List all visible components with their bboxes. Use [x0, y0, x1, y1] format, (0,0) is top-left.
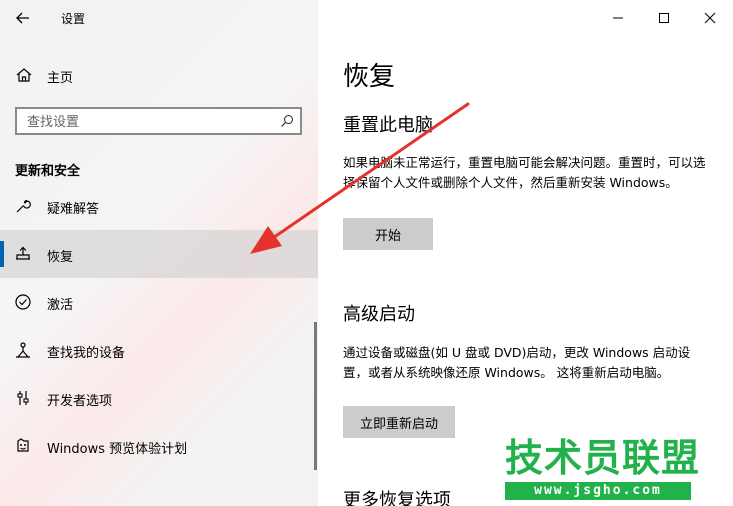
close-icon	[704, 12, 716, 24]
home-icon	[16, 68, 32, 82]
sidebar-item-recovery[interactable]: 恢复	[0, 230, 318, 278]
app-title: 设置	[61, 12, 86, 26]
sidebar-item-label: 主页	[47, 71, 74, 86]
window-controls	[595, 0, 733, 36]
selection-indicator	[0, 241, 4, 267]
watermark-logo: 技术员联盟 www.jsgho.com	[505, 436, 699, 502]
sidebar-item-insider[interactable]: Windows 预览体验计划	[0, 422, 318, 470]
sidebar-item-developer[interactable]: 开发者选项	[0, 374, 318, 422]
maximize-icon	[659, 13, 669, 23]
developer-icon	[17, 391, 29, 405]
back-button[interactable]	[10, 6, 36, 30]
main-content: 恢复 重置此电脑 如果电脑未正常运行，重置电脑可能会解决问题。重置时，可以选择保…	[318, 0, 733, 506]
sidebar-scrollbar[interactable]	[314, 322, 317, 470]
more-options-heading[interactable]: 更多恢复选项	[343, 486, 451, 506]
find-device-icon	[16, 342, 30, 358]
sidebar-item-label: 恢复	[47, 250, 74, 265]
advanced-startup-description: 通过设备或磁盘(如 U 盘或 DVD)启动，更改 Windows 启动设置，或者…	[343, 345, 691, 380]
page-title: 恢复	[343, 62, 396, 92]
back-arrow-icon	[16, 12, 29, 24]
search-icon[interactable]	[280, 114, 294, 128]
reset-heading: 重置此电脑	[343, 115, 433, 136]
search-input[interactable]	[27, 113, 267, 131]
sidebar-item-home[interactable]: 主页	[0, 58, 318, 92]
insider-icon	[17, 438, 29, 452]
sidebar-item-label: 疑难解答	[47, 202, 100, 217]
minimize-button[interactable]	[595, 0, 641, 36]
advanced-startup-heading: 高级启动	[343, 304, 415, 325]
restart-now-button[interactable]: 立即重新启动	[343, 406, 455, 438]
sidebar-item-troubleshoot[interactable]: 疑难解答	[0, 182, 318, 230]
search-box[interactable]	[15, 107, 302, 135]
watermark-title: 技术员联盟	[505, 436, 701, 480]
activation-check-icon	[15, 294, 31, 310]
recovery-icon	[16, 246, 30, 260]
titlebar-left: 设置	[0, 0, 318, 36]
sidebar-item-find-device[interactable]: 查找我的设备	[0, 326, 318, 374]
sidebar-item-activation[interactable]: 激活	[0, 278, 318, 326]
wrench-icon	[16, 199, 31, 213]
sidebar: 设置 主页 更新和安全 疑难解答 恢复 激活	[0, 0, 318, 506]
reset-description: 如果电脑未正常运行，重置电脑可能会解决问题。重置时，可以选择保留个人文件或删除个…	[343, 155, 706, 190]
sidebar-item-label: 查找我的设备	[47, 346, 126, 361]
maximize-button[interactable]	[641, 0, 687, 36]
reset-start-button[interactable]: 开始	[343, 218, 433, 250]
sidebar-item-label: 激活	[47, 298, 74, 313]
section-title: 更新和安全	[15, 164, 81, 179]
minimize-icon	[613, 17, 623, 19]
sidebar-item-label: Windows 预览体验计划	[47, 442, 188, 457]
watermark-url: www.jsgho.com	[505, 482, 691, 500]
sidebar-item-label: 开发者选项	[47, 394, 113, 409]
close-button[interactable]	[687, 0, 733, 36]
